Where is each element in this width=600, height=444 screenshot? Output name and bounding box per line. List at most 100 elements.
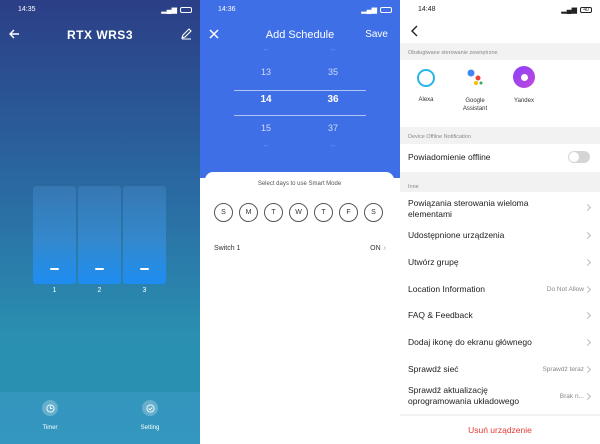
yandex-label: Yandex [514, 98, 534, 104]
create-group-row[interactable]: Utwórz grupę [408, 257, 592, 267]
google-assistant-label: Google Assistant [462, 98, 488, 112]
battery-icon [180, 6, 192, 13]
hour-wheel[interactable]: -- 13 14 15 -- [246, 46, 286, 154]
status-bar: 14:36 ▂▄▆ [200, 0, 400, 19]
switch-2-label: 2 [97, 287, 102, 294]
firmware-update-label: Sprawdź aktualizację oprogramowania ukła… [408, 385, 520, 406]
remove-device-button[interactable]: Usuń urządzenie [400, 416, 600, 444]
check-network-row[interactable]: Sprawdź sieć Sprawdź teraz [408, 364, 592, 374]
firmware-update-row[interactable]: Sprawdź aktualizację oprogramowania ukła… [408, 385, 592, 407]
status-icons: ▂▄▆ [161, 6, 192, 14]
switch-control-screen: 14:35 ▂▄▆ RTX WRS3 1 2 3 Timer Setting [0, 0, 200, 444]
day-friday[interactable]: F [339, 203, 358, 222]
faq-feedback-row[interactable]: FAQ & Feedback [408, 310, 592, 320]
device-title: RTX WRS3 [66, 28, 133, 42]
create-group-label: Utwórz grupę [408, 257, 459, 267]
day-thursday[interactable]: T [314, 203, 333, 222]
switch-1-value: ON [370, 245, 381, 252]
hour-option: -- [263, 143, 269, 150]
other-rows-bg [400, 192, 600, 414]
battery-icon: 40 [580, 6, 592, 13]
switch-2-slider[interactable] [78, 186, 121, 284]
offline-notification-row: Powiadomienie offline [408, 152, 592, 162]
switch-1-slider[interactable] [33, 186, 76, 284]
schedule-header-area: 14:36 ▂▄▆ Add Schedule Save -- 13 14 15 [200, 0, 400, 178]
signal-icon: ▂▄▆ [561, 6, 577, 14]
battery-icon [380, 6, 392, 13]
setting-button[interactable]: Setting [130, 400, 170, 431]
day-selector: S M T W T F S [214, 203, 383, 222]
chevron-left-icon[interactable] [410, 25, 420, 37]
multi-control-label: Powiązania sterowania wieloma elementami [408, 198, 529, 219]
clock-icon [42, 400, 58, 416]
section-other: Inne [408, 184, 419, 190]
hour-option: 15 [260, 123, 271, 133]
location-info-label: Location Information [408, 284, 486, 294]
day-sunday[interactable]: S [214, 203, 233, 222]
status-time: 14:48 [418, 6, 436, 13]
switch-1-label: 1 [52, 287, 57, 294]
switch-3-slider[interactable] [123, 186, 166, 284]
schedule-options-card: Select days to use Smart Mode S M T W T … [205, 172, 394, 440]
faq-feedback-label: FAQ & Feedback [408, 310, 473, 320]
setting-check-icon [142, 400, 158, 416]
check-network-value: Sprawdź teraz [542, 365, 584, 373]
hour-option: -- [263, 47, 269, 54]
multi-control-row[interactable]: Powiązania sterowania wieloma elementami [408, 198, 558, 220]
edit-pencil-icon[interactable] [180, 28, 192, 40]
schedule-header: Add Schedule Save [200, 26, 400, 44]
section-offline-notification: Device Offline Notification [408, 134, 471, 140]
hour-selected: 14 [260, 94, 272, 105]
status-time: 14:35 [18, 6, 36, 13]
minute-option: -- [330, 47, 336, 54]
setting-label: Setting [140, 425, 160, 431]
yandex-option[interactable]: Yandex [504, 66, 544, 105]
status-bar: 14:48 ▂▄▆ 40 [400, 0, 600, 19]
minute-option: 37 [327, 123, 338, 133]
chevron-right-icon: › [383, 245, 386, 252]
minute-wheel[interactable]: -- 35 36 37 -- [313, 46, 353, 154]
signal-icon: ▂▄▆ [361, 6, 377, 14]
bottom-toolbar: Timer Setting [0, 392, 200, 444]
timer-button[interactable]: Timer [30, 400, 70, 431]
day-tuesday[interactable]: T [264, 203, 283, 222]
alexa-icon [417, 69, 435, 87]
day-monday[interactable]: M [239, 203, 258, 222]
offline-notification-label: Powiadomienie offline [408, 152, 491, 162]
location-info-row[interactable]: Location Information Do Not Allow [408, 284, 592, 294]
switch-1-row[interactable]: Switch 1 ON › [214, 245, 386, 252]
yandex-icon [513, 66, 535, 88]
google-assistant-icon [464, 66, 486, 88]
day-saturday[interactable]: S [364, 203, 383, 222]
status-time: 14:36 [218, 6, 236, 13]
section-external-control: Obsługiwane sterowanie zewnętrzne [408, 50, 498, 56]
check-network-label: Sprawdź sieć [408, 364, 459, 374]
switch-3-indicator [140, 268, 149, 270]
hour-option: 13 [260, 67, 271, 77]
switch-3-label: 3 [142, 287, 147, 294]
minute-option: 35 [327, 67, 338, 77]
day-wednesday[interactable]: W [289, 203, 308, 222]
firmware-update-value: Brak n... [559, 392, 584, 400]
switch-1-label: Switch 1 [214, 245, 241, 252]
minute-option: -- [330, 143, 336, 150]
minute-selected: 36 [327, 94, 339, 105]
add-home-icon-row[interactable]: Dodaj ikonę do ekranu głównego [408, 337, 592, 347]
add-home-icon-label: Dodaj ikonę do ekranu głównego [408, 337, 532, 347]
nav-bar [400, 19, 600, 43]
location-info-value: Do Not Allow [546, 285, 584, 293]
assistant-list: Alexa Google Assistant Yandex [400, 60, 600, 127]
google-assistant-option[interactable]: Google Assistant [455, 66, 495, 113]
switch-1-indicator [50, 268, 59, 270]
shared-devices-row[interactable]: Udostępnione urządzenia [408, 230, 592, 240]
status-icons: ▂▄▆ [361, 6, 392, 14]
shared-devices-label: Udostępnione urządzenia [408, 230, 505, 240]
toggle-knob [569, 152, 579, 162]
save-button[interactable]: Save [365, 29, 388, 40]
days-title: Select days to use Smart Mode [257, 181, 342, 187]
switch-2-indicator [95, 268, 104, 270]
alexa-option[interactable]: Alexa [406, 66, 446, 104]
device-settings-screen: 14:48 ▂▄▆ 40 Obsługiwane sterowanie zewn… [400, 0, 600, 444]
offline-notification-toggle[interactable] [568, 151, 590, 163]
alexa-label: Alexa [418, 97, 434, 103]
